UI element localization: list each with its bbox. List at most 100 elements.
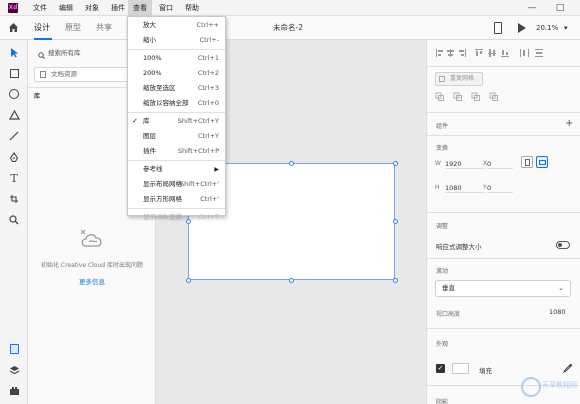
artboard-tool-icon[interactable] xyxy=(5,190,23,208)
checkmark-icon: ✓ xyxy=(132,117,138,125)
view-menu-item[interactable]: 放大 Ctrl++ xyxy=(128,18,225,33)
menu-item-label: 显示 3D 变换 xyxy=(143,213,183,221)
divider xyxy=(427,112,580,113)
menu-object[interactable]: 对象 xyxy=(80,0,104,16)
menu-separator xyxy=(128,208,225,209)
view-menu-item[interactable]: 100% Ctrl+1 xyxy=(128,51,225,66)
more-info-link[interactable]: 更多信息 xyxy=(36,276,148,286)
libraries-panel-icon[interactable] xyxy=(5,340,23,358)
menu-edit[interactable]: 编辑 xyxy=(54,0,78,16)
play-icon[interactable] xyxy=(517,22,527,34)
view-menu-item[interactable]: 缩小 Ctrl+- xyxy=(128,33,225,48)
fill-color-swatch[interactable] xyxy=(452,363,469,374)
fill-label: 填充 xyxy=(479,367,492,375)
zoom-tool-icon[interactable] xyxy=(5,211,23,229)
menu-item-shortcut: Ctrl+3 xyxy=(197,84,219,92)
view-menu-item[interactable]: 参考线 ▶ xyxy=(128,162,225,177)
menu-item-shortcut: Ctrl+0 xyxy=(197,99,219,107)
view-menu-item[interactable]: 缩放以容纳全部 Ctrl+0 xyxy=(128,96,225,111)
component-section-title: 组件 xyxy=(436,123,449,130)
menu-item-shortcut: Ctrl+2 xyxy=(197,69,219,77)
resize-handle-bottom-right[interactable] xyxy=(393,278,398,283)
menu-view[interactable]: 查看 xyxy=(128,0,152,16)
menu-item-shortcut: Shift+Ctrl+' xyxy=(179,180,219,188)
maximize-button[interactable]: □ xyxy=(550,0,570,16)
menu-separator xyxy=(128,160,225,161)
repeat-grid-button[interactable]: 重复网格 xyxy=(435,72,483,86)
pen-tool-icon[interactable] xyxy=(5,148,23,166)
minimize-button[interactable]: — xyxy=(522,0,542,16)
portrait-orientation-icon[interactable] xyxy=(521,156,533,168)
responsive-section-title: 调整 xyxy=(436,223,449,230)
watermark: 天草教程网 xyxy=(520,370,580,404)
view-menu-item[interactable]: 图层 Ctrl+Y xyxy=(128,129,225,144)
document-title: 未命名-2 xyxy=(273,23,303,32)
resize-handle-top[interactable] xyxy=(289,161,294,166)
menu-item-shortcut: Shift+Ctrl+P xyxy=(177,147,219,155)
scroll-direction-select[interactable]: 垂直 ⌄ xyxy=(435,280,571,297)
view-menu-item: 显示 3D 变换 Ctrl+T xyxy=(128,210,225,225)
divider xyxy=(427,212,580,213)
transform-section-title: 变换 xyxy=(436,145,449,152)
viewport-height-input[interactable]: 1080 xyxy=(549,308,566,316)
resize-handle-right[interactable] xyxy=(393,219,398,224)
tab-share[interactable]: 共享 xyxy=(96,16,112,40)
layers-panel-icon[interactable] xyxy=(5,361,23,379)
resize-handle-top-right[interactable] xyxy=(393,161,398,166)
menu-item-label: 100% xyxy=(143,54,162,62)
fill-checkbox[interactable]: ✓ xyxy=(436,364,445,373)
menu-item-shortcut: Ctrl+1 xyxy=(197,54,219,62)
tab-prototype[interactable]: 原型 xyxy=(65,16,81,40)
tab-design[interactable]: 设计 xyxy=(34,16,50,40)
menu-item-shortcut: Ctrl+Y xyxy=(198,132,219,140)
resize-handle-bottom-left[interactable] xyxy=(186,278,191,283)
x-input[interactable]: 0 xyxy=(487,160,513,169)
divider xyxy=(427,328,580,329)
ellipse-tool-icon[interactable] xyxy=(5,85,23,103)
zoom-dropdown-arrow[interactable]: ▾ xyxy=(564,16,568,40)
menu-window[interactable]: 窗口 xyxy=(154,0,178,16)
menu-item-label: 库 xyxy=(143,117,150,125)
select-tool-icon[interactable] xyxy=(5,43,23,61)
y-input[interactable]: 0 xyxy=(487,184,513,193)
menu-item-label: 显示方形网格 xyxy=(143,195,182,203)
add-component-button[interactable]: + xyxy=(565,118,573,129)
tool-rail: T xyxy=(0,40,28,404)
line-tool-icon[interactable] xyxy=(5,127,23,145)
rectangle-tool-icon[interactable] xyxy=(5,64,23,82)
menu-item-label: 200% xyxy=(143,69,162,77)
watermark-logo-icon xyxy=(521,377,541,397)
plugins-panel-icon[interactable] xyxy=(5,382,23,400)
menu-plugins[interactable]: 插件 xyxy=(106,0,130,16)
search-icon xyxy=(38,49,45,59)
menu-separator xyxy=(128,49,225,50)
view-menu-item[interactable]: ✓ 库 Shift+Ctrl+Y xyxy=(128,114,225,129)
menu-file[interactable]: 文件 xyxy=(28,0,52,16)
divider xyxy=(427,135,580,136)
polygon-tool-icon[interactable] xyxy=(5,106,23,124)
view-menu-item[interactable]: 200% Ctrl+2 xyxy=(128,66,225,81)
menu-item-label: 插件 xyxy=(143,147,156,155)
view-menu-item[interactable]: 缩放至选区 Ctrl+3 xyxy=(128,81,225,96)
divider xyxy=(427,258,580,259)
view-menu-item[interactable]: 显示方形网格 Ctrl+' xyxy=(128,192,225,207)
menu-item-shortcut: Ctrl+- xyxy=(199,36,219,44)
device-preview-icon[interactable] xyxy=(494,22,502,34)
view-menu-item[interactable]: 插件 Shift+Ctrl+P xyxy=(128,144,225,159)
chevron-down-icon: ⌄ xyxy=(558,284,564,292)
height-label: H xyxy=(435,184,440,191)
menu-help[interactable]: 帮助 xyxy=(180,0,204,16)
view-menu-item[interactable]: 显示布局网格 Shift+Ctrl+' xyxy=(128,177,225,192)
responsive-resize-toggle[interactable] xyxy=(556,241,570,249)
height-input[interactable]: 1080 xyxy=(445,184,485,193)
home-icon[interactable] xyxy=(8,22,19,33)
resize-handle-bottom[interactable] xyxy=(289,278,294,283)
text-tool-icon[interactable]: T xyxy=(5,169,23,187)
zoom-level[interactable]: 20.1% xyxy=(536,16,558,40)
app-logo: Xd xyxy=(8,3,18,13)
menu-item-label: 缩放至选区 xyxy=(143,84,176,92)
landscape-orientation-icon[interactable] xyxy=(536,156,548,168)
responsive-resize-label: 响应式调整大小 xyxy=(436,243,482,251)
width-input[interactable]: 1920 xyxy=(445,160,485,169)
menu-item-label: 放大 xyxy=(143,21,156,29)
